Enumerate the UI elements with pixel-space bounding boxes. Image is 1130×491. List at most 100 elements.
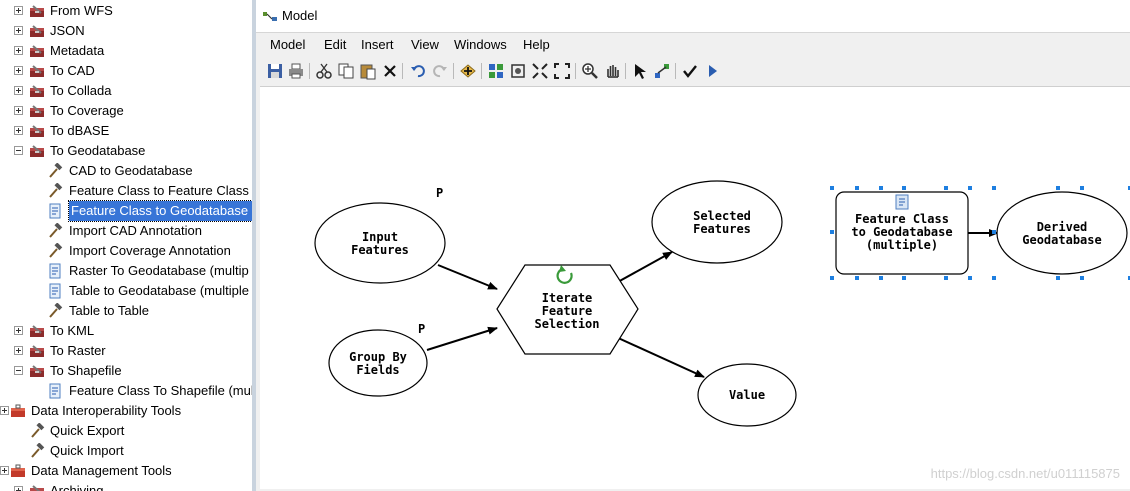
expand-icon[interactable] [0, 466, 9, 475]
tree-item[interactable]: Import CAD Annotation [0, 221, 252, 241]
auto-layout-icon[interactable] [487, 62, 505, 80]
tree-item[interactable]: Feature Class To Shapefile (mul [0, 381, 252, 401]
expand-icon[interactable] [14, 326, 23, 335]
expand-icon[interactable] [14, 346, 23, 355]
expand-icon[interactable] [14, 106, 23, 115]
menu-view[interactable]: View [411, 37, 439, 52]
tree-item[interactable]: Data Interoperability Tools [0, 401, 252, 421]
value-label: Value [729, 388, 765, 402]
redo-icon[interactable] [431, 62, 449, 80]
toolbox-icon [29, 483, 45, 491]
toolbar-separator [625, 63, 626, 79]
node-group-by-fields[interactable]: Group By Fields [328, 329, 428, 397]
menu-insert[interactable]: Insert [361, 37, 394, 52]
model-canvas[interactable]: Input Features P Group By Fields P Itera… [260, 86, 1130, 489]
toolbar-separator [453, 63, 454, 79]
expand-icon[interactable] [14, 66, 23, 75]
node-derived-geodatabase[interactable]: Derived Geodatabase [996, 191, 1128, 275]
expand-icon[interactable] [14, 26, 23, 35]
node-iterate-feature-selection[interactable]: Iterate Feature Selection [496, 264, 639, 355]
menu-edit[interactable]: Edit [324, 37, 346, 52]
node-input-features[interactable]: Input Features [314, 202, 446, 284]
toolbox-icon [29, 363, 45, 379]
tree-item[interactable]: To Geodatabase [0, 141, 252, 161]
tree-item-label: Table to Geodatabase (multiple [69, 283, 249, 298]
add-data-icon[interactable] [459, 62, 477, 80]
input-features-label-2: Features [351, 243, 409, 257]
tree-item[interactable]: Table to Table [0, 301, 252, 321]
fc-to-gdb-label-1: Feature Class [855, 212, 949, 226]
tree-item-label: To Geodatabase [50, 143, 146, 158]
tree-item-label: To Shapefile [50, 363, 122, 378]
tree-item[interactable]: Quick Export [0, 421, 252, 441]
collapse-icon[interactable] [14, 146, 23, 155]
tree-item-label: Raster To Geodatabase (multip [69, 263, 249, 278]
expand-icon[interactable] [14, 486, 23, 491]
pan-icon[interactable] [603, 62, 621, 80]
connect-icon[interactable] [653, 62, 671, 80]
title-bar[interactable]: Model [256, 0, 1130, 33]
delete-icon[interactable] [381, 62, 399, 80]
expand-icon[interactable] [14, 6, 23, 15]
tree-item[interactable]: To dBASE [0, 121, 252, 141]
toolbox-icon [29, 143, 45, 159]
menu-windows[interactable]: Windows [454, 37, 507, 52]
derived-geodatabase-label-2: Geodatabase [1022, 233, 1101, 247]
tree-item[interactable]: Table to Geodatabase (multiple [0, 281, 252, 301]
tree-item-label: To CAD [50, 63, 95, 78]
menu-help[interactable]: Help [523, 37, 550, 52]
save-icon[interactable] [266, 62, 284, 80]
tree-item[interactable]: CAD to Geodatabase [0, 161, 252, 181]
tree-item[interactable]: Feature Class to Geodatabase ( [0, 200, 252, 222]
toolbar-separator [402, 63, 403, 79]
undo-icon[interactable] [409, 62, 427, 80]
tree-item-label: To dBASE [50, 123, 110, 138]
tree-item[interactable]: Raster To Geodatabase (multip [0, 261, 252, 281]
tree-item-label: To Coverage [50, 103, 124, 118]
tree-item[interactable]: To Coverage [0, 101, 252, 121]
full-extent-icon[interactable] [509, 62, 527, 80]
node-value[interactable]: Value [697, 363, 797, 427]
hammer-icon [47, 302, 63, 319]
run-icon[interactable] [703, 62, 721, 80]
collapse-icon[interactable] [14, 366, 23, 375]
fit-icon[interactable] [531, 62, 549, 80]
tree-item-label: Import CAD Annotation [69, 223, 202, 238]
hammer-icon [47, 182, 63, 199]
tree-item[interactable]: To KML [0, 321, 252, 341]
menu-model[interactable]: Model [270, 37, 305, 52]
select-icon[interactable] [631, 62, 649, 80]
paste-icon[interactable] [359, 62, 377, 80]
tree-item[interactable]: From WFS [0, 1, 252, 21]
hammer-icon [47, 242, 63, 259]
toolbox-icon [29, 3, 45, 19]
node-selected-features[interactable]: Selected Features [651, 180, 783, 264]
tree-item[interactable]: Data Management Tools [0, 461, 252, 481]
tree-item[interactable]: JSON [0, 21, 252, 41]
expand-icon[interactable] [14, 126, 23, 135]
expand-icon[interactable] [14, 46, 23, 55]
selected-features-label-1: Selected [693, 209, 751, 223]
validate-icon[interactable] [681, 62, 699, 80]
zoom-in-icon[interactable] [581, 62, 599, 80]
tree-item[interactable]: To CAD [0, 61, 252, 81]
copy-icon[interactable] [337, 62, 355, 80]
node-feature-class-to-geodatabase[interactable]: Feature Class to Geodatabase (multiple) [835, 191, 969, 275]
tree-item-label: From WFS [50, 3, 113, 18]
toolbar-separator [481, 63, 482, 79]
expand-icon[interactable] [14, 86, 23, 95]
tree-item[interactable]: To Shapefile [0, 361, 252, 381]
cut-icon[interactable] [315, 62, 333, 80]
tree-item-label: Import Coverage Annotation [69, 243, 231, 258]
fixed-zoom-icon[interactable] [553, 62, 571, 80]
tree-item[interactable]: Quick Import [0, 441, 252, 461]
toolbox-icon [29, 23, 45, 39]
tree-item[interactable]: Import Coverage Annotation [0, 241, 252, 261]
expand-icon[interactable] [0, 406, 9, 415]
tree-item[interactable]: Feature Class to Feature Class [0, 181, 252, 201]
print-icon[interactable] [287, 62, 305, 80]
tree-item[interactable]: To Raster [0, 341, 252, 361]
tree-item[interactable]: Archiving [0, 481, 252, 491]
tree-item[interactable]: To Collada [0, 81, 252, 101]
tree-item[interactable]: Metadata [0, 41, 252, 61]
